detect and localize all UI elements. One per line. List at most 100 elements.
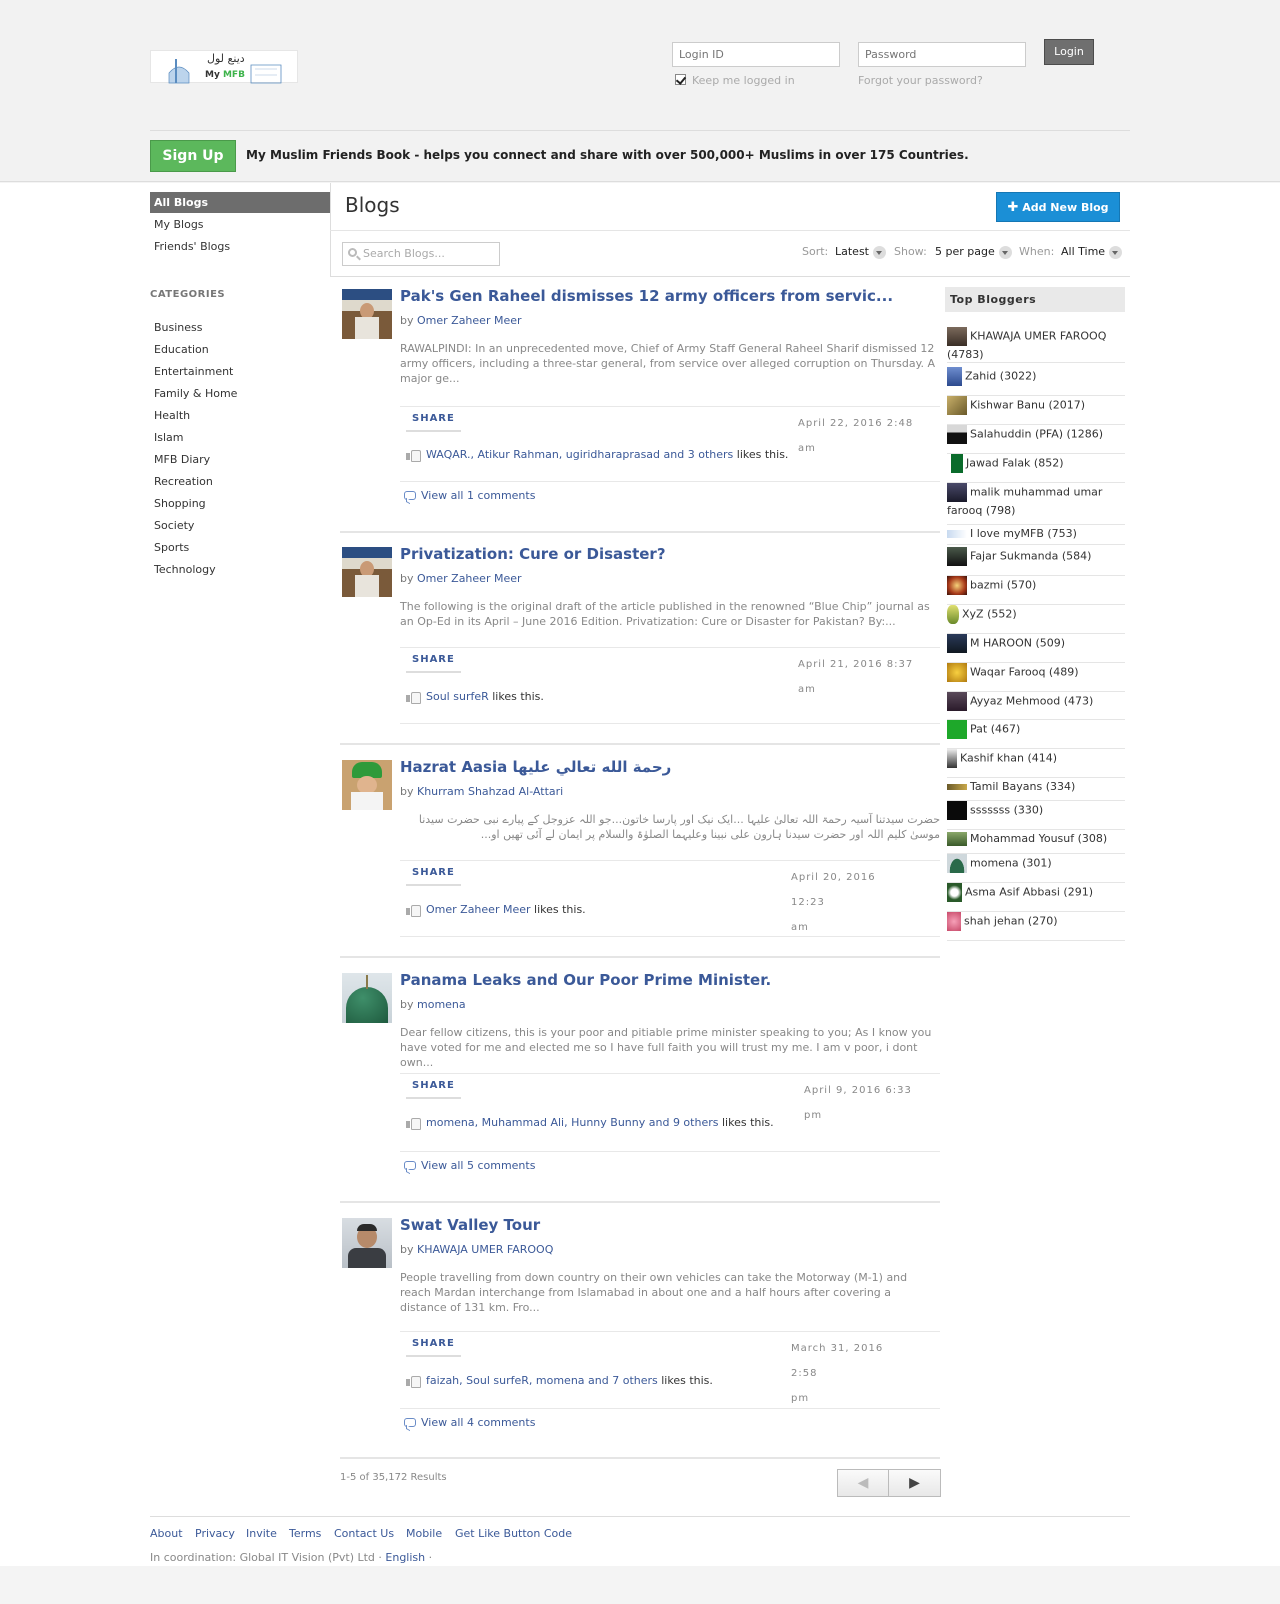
blogger-name[interactable]: bazmi (570) [970, 579, 1036, 592]
blogger-name[interactable]: M HAROON (509) [970, 637, 1065, 650]
blogger-avatar[interactable] [947, 912, 961, 931]
blog-title[interactable]: Swat Valley Tour [400, 1216, 540, 1234]
blogger-name[interactable]: Salahuddin (PFA) (1286) [970, 428, 1103, 441]
blogger-avatar[interactable] [947, 720, 967, 739]
top-blogger-item[interactable]: Waqar Farooq (489) [947, 663, 1125, 692]
blogger-avatar[interactable] [947, 883, 962, 902]
login-id-input[interactable] [672, 42, 840, 67]
sign-up-button[interactable]: Sign Up [150, 140, 236, 172]
view-comments-link[interactable]: View all 4 comments [404, 1416, 535, 1429]
top-blogger-item[interactable]: Fajar Sukmanda (584) [947, 547, 1125, 576]
likers-link[interactable]: faizah, Soul surfeR, momena and 7 others [426, 1374, 658, 1387]
top-blogger-item[interactable]: bazmi (570) [947, 576, 1125, 605]
category-business[interactable]: Business [154, 321, 203, 334]
blogger-avatar[interactable] [947, 425, 967, 444]
search-blogs-input[interactable]: Search Blogs... [342, 242, 500, 266]
blogger-avatar[interactable] [947, 832, 967, 846]
view-comments-link[interactable]: View all 1 comments [404, 489, 535, 502]
author-link[interactable]: momena [417, 998, 466, 1011]
top-blogger-item[interactable]: Zahid (3022) [947, 367, 1125, 396]
blogger-name[interactable]: shah jehan (270) [964, 915, 1058, 928]
likers-link[interactable]: Soul surfeR [426, 690, 489, 703]
login-button[interactable]: Login [1044, 39, 1094, 65]
blogger-avatar[interactable] [947, 530, 967, 538]
author-avatar[interactable] [342, 1218, 392, 1268]
author-link[interactable]: KHAWAJA UMER FAROOQ [417, 1243, 553, 1256]
category-family-home[interactable]: Family & Home [154, 387, 237, 400]
blogger-avatar[interactable] [947, 547, 967, 566]
top-blogger-item[interactable]: Kashif khan (414) [947, 749, 1125, 778]
footer-link-terms[interactable]: Terms [289, 1527, 321, 1540]
blogger-avatar[interactable] [947, 692, 967, 711]
top-blogger-item[interactable]: Pat (467) [947, 720, 1125, 749]
likers-link[interactable]: momena, Muhammad Ali, Hunny Bunny and 9 … [426, 1116, 718, 1129]
thumbs-up-icon[interactable] [406, 448, 421, 462]
likers-link[interactable]: WAQAR., Atikur Rahman, ugiridharaprasad … [426, 448, 733, 461]
blogger-name[interactable]: Asma Asif Abbasi (291) [965, 886, 1093, 899]
top-blogger-item[interactable]: shah jehan (270) [947, 912, 1125, 941]
add-new-blog-button[interactable]: ✚ Add New Blog [996, 192, 1120, 222]
keep-logged-in-checkbox[interactable]: Keep me logged in [675, 74, 795, 87]
likers-link[interactable]: Omer Zaheer Meer [426, 903, 531, 916]
author-link[interactable]: Omer Zaheer Meer [417, 314, 522, 327]
top-blogger-item[interactable]: Asma Asif Abbasi (291) [947, 883, 1125, 912]
category-technology[interactable]: Technology [154, 563, 216, 576]
blogger-name[interactable]: Fajar Sukmanda (584) [970, 550, 1091, 563]
forgot-password-link[interactable]: Forgot your password? [858, 74, 983, 87]
nav-all-blogs[interactable]: All Blogs [150, 192, 330, 213]
blogger-name[interactable]: Tamil Bayans (334) [970, 780, 1075, 793]
blogger-name[interactable]: momena (301) [970, 857, 1052, 870]
footer-link-contact[interactable]: Contact Us [334, 1527, 394, 1540]
blogger-name[interactable]: sssssss (330) [970, 804, 1043, 817]
author-link[interactable]: Omer Zaheer Meer [417, 572, 522, 585]
blogger-name[interactable]: Pat (467) [970, 723, 1020, 736]
password-input[interactable] [858, 42, 1026, 67]
author-avatar[interactable] [342, 547, 392, 597]
top-blogger-item[interactable]: Tamil Bayans (334) [947, 778, 1125, 801]
blogger-avatar[interactable] [947, 784, 967, 790]
blogger-avatar[interactable] [947, 576, 967, 595]
top-blogger-item[interactable]: malik muhammad umar farooq (798) [947, 483, 1125, 525]
blogger-name[interactable]: Ayyaz Mehmood (473) [970, 695, 1093, 708]
blogger-name[interactable]: Jawad Falak (852) [966, 457, 1064, 470]
category-health[interactable]: Health [154, 409, 190, 422]
share-button[interactable]: SHARE [406, 867, 461, 886]
author-avatar[interactable] [342, 973, 392, 1023]
top-blogger-item[interactable]: KHAWAJA UMER FAROOQ (4783) [947, 327, 1125, 363]
blogger-name[interactable]: malik muhammad umar farooq (798) [947, 486, 1102, 518]
share-button[interactable]: SHARE [406, 413, 461, 432]
blogger-avatar[interactable] [947, 367, 962, 386]
blog-title[interactable]: Hazrat Aasia رحمة الله تعالي عليها [400, 758, 671, 776]
blogger-avatar[interactable] [947, 327, 967, 346]
top-blogger-item[interactable]: M HAROON (509) [947, 634, 1125, 663]
footer-link-like-button[interactable]: Get Like Button Code [455, 1527, 572, 1540]
category-mfb-diary[interactable]: MFB Diary [154, 453, 210, 466]
top-blogger-item[interactable]: I love myMFB (753) [947, 525, 1125, 545]
author-link[interactable]: Khurram Shahzad Al-Attari [417, 785, 563, 798]
thumbs-up-icon[interactable] [406, 903, 421, 917]
view-comments-link[interactable]: View all 5 comments [404, 1159, 535, 1172]
top-blogger-item[interactable]: Jawad Falak (852) [947, 454, 1125, 483]
blogger-avatar[interactable] [947, 801, 967, 820]
top-blogger-item[interactable]: Salahuddin (PFA) (1286) [947, 425, 1125, 454]
top-blogger-item[interactable]: momena (301) [947, 854, 1125, 883]
top-blogger-item[interactable]: Kishwar Banu (2017) [947, 396, 1125, 425]
blogger-name[interactable]: I love myMFB (753) [970, 527, 1077, 540]
next-page-button[interactable]: ▶ [889, 1470, 940, 1496]
nav-friends-blogs[interactable]: Friends' Blogs [150, 236, 330, 257]
when-dropdown[interactable]: All Time [1061, 245, 1123, 259]
top-blogger-item[interactable]: sssssss (330) [947, 801, 1125, 830]
top-blogger-item[interactable]: Mohammad Yousuf (308) [947, 830, 1125, 854]
category-islam[interactable]: Islam [154, 431, 184, 444]
sort-dropdown[interactable]: Latest [835, 245, 886, 259]
blogger-avatar[interactable] [947, 605, 959, 624]
category-recreation[interactable]: Recreation [154, 475, 213, 488]
blogger-name[interactable]: Waqar Farooq (489) [970, 666, 1079, 679]
category-entertainment[interactable]: Entertainment [154, 365, 233, 378]
share-button[interactable]: SHARE [406, 654, 461, 673]
footer-link-invite[interactable]: Invite [246, 1527, 277, 1540]
top-blogger-item[interactable]: XyZ (552) [947, 605, 1125, 634]
thumbs-up-icon[interactable] [406, 1116, 421, 1130]
author-avatar[interactable] [342, 289, 392, 339]
share-button[interactable]: SHARE [406, 1338, 461, 1357]
